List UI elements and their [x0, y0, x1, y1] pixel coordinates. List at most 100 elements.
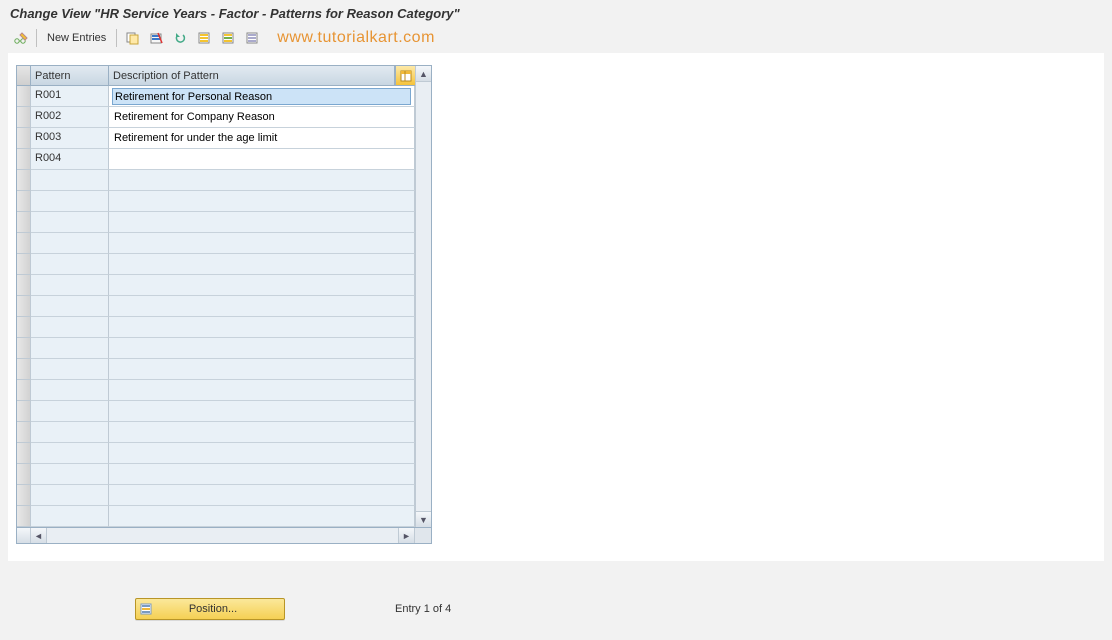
description-cell[interactable]: [109, 275, 415, 296]
copy-as-button[interactable]: [121, 28, 143, 48]
description-input[interactable]: [112, 88, 411, 105]
column-header-description[interactable]: Description of Pattern: [109, 66, 395, 85]
row-selector[interactable]: [17, 107, 31, 128]
description-cell[interactable]: [109, 149, 415, 170]
row-selector[interactable]: [17, 422, 31, 443]
description-input[interactable]: [112, 466, 411, 482]
row-selector[interactable]: [17, 485, 31, 506]
pattern-cell[interactable]: [31, 443, 109, 464]
description-input[interactable]: [112, 403, 411, 419]
description-cell[interactable]: [109, 401, 415, 422]
row-selector[interactable]: [17, 254, 31, 275]
description-input[interactable]: [112, 151, 411, 167]
pattern-cell[interactable]: [31, 275, 109, 296]
description-cell[interactable]: [109, 86, 415, 107]
row-selector[interactable]: [17, 338, 31, 359]
pattern-cell[interactable]: [31, 191, 109, 212]
row-selector[interactable]: [17, 233, 31, 254]
description-input[interactable]: [112, 130, 411, 146]
column-header-pattern[interactable]: Pattern: [31, 66, 109, 85]
row-selector[interactable]: [17, 149, 31, 170]
row-selector[interactable]: [17, 380, 31, 401]
undo-change-button[interactable]: [169, 28, 191, 48]
description-input[interactable]: [112, 109, 411, 125]
select-all-button[interactable]: [193, 28, 215, 48]
scroll-left-button[interactable]: ◄: [31, 528, 47, 543]
pattern-cell[interactable]: [31, 401, 109, 422]
delete-button[interactable]: [145, 28, 167, 48]
row-selector[interactable]: [17, 464, 31, 485]
description-input[interactable]: [112, 445, 411, 461]
position-button[interactable]: Position...: [135, 598, 285, 620]
pattern-cell[interactable]: [31, 338, 109, 359]
pattern-cell[interactable]: [31, 464, 109, 485]
description-cell[interactable]: [109, 485, 415, 506]
description-cell[interactable]: [109, 506, 415, 527]
description-cell[interactable]: [109, 170, 415, 191]
pattern-cell[interactable]: [31, 317, 109, 338]
vertical-scrollbar[interactable]: ▲ ▼: [415, 66, 431, 527]
description-input[interactable]: [112, 361, 411, 377]
horizontal-scrollbar[interactable]: ◄ ►: [16, 528, 432, 544]
pattern-cell[interactable]: [31, 170, 109, 191]
description-cell[interactable]: [109, 233, 415, 254]
pattern-cell[interactable]: [31, 212, 109, 233]
deselect-all-button[interactable]: [241, 28, 263, 48]
toggle-display-change-button[interactable]: [10, 28, 32, 48]
description-input[interactable]: [112, 235, 411, 251]
row-selector[interactable]: [17, 506, 31, 527]
row-selector[interactable]: [17, 443, 31, 464]
scroll-up-button[interactable]: ▲: [416, 66, 431, 82]
description-cell[interactable]: [109, 128, 415, 149]
description-cell[interactable]: [109, 422, 415, 443]
description-cell[interactable]: [109, 296, 415, 317]
pattern-cell[interactable]: [31, 380, 109, 401]
description-cell[interactable]: [109, 254, 415, 275]
description-input[interactable]: [112, 277, 411, 293]
pattern-cell[interactable]: [31, 422, 109, 443]
description-cell[interactable]: [109, 107, 415, 128]
pattern-cell[interactable]: R003: [31, 128, 109, 149]
description-cell[interactable]: [109, 380, 415, 401]
row-selector[interactable]: [17, 212, 31, 233]
row-selector[interactable]: [17, 191, 31, 212]
description-input[interactable]: [112, 382, 411, 398]
row-selector[interactable]: [17, 296, 31, 317]
description-cell[interactable]: [109, 464, 415, 485]
row-selector[interactable]: [17, 170, 31, 191]
description-input[interactable]: [112, 193, 411, 209]
description-input[interactable]: [112, 256, 411, 272]
description-input[interactable]: [112, 340, 411, 356]
description-cell[interactable]: [109, 191, 415, 212]
select-block-button[interactable]: [217, 28, 239, 48]
description-input[interactable]: [112, 424, 411, 440]
row-selector[interactable]: [17, 86, 31, 107]
table-settings-button[interactable]: [395, 66, 415, 85]
row-selector[interactable]: [17, 317, 31, 338]
pattern-cell[interactable]: R001: [31, 86, 109, 107]
scroll-down-button[interactable]: ▼: [416, 511, 431, 527]
description-input[interactable]: [112, 487, 411, 503]
description-cell[interactable]: [109, 443, 415, 464]
description-input[interactable]: [112, 214, 411, 230]
pattern-cell[interactable]: [31, 233, 109, 254]
description-input[interactable]: [112, 508, 411, 524]
hscroll-track[interactable]: [47, 528, 399, 543]
row-selector[interactable]: [17, 128, 31, 149]
pattern-cell[interactable]: [31, 359, 109, 380]
pattern-cell[interactable]: [31, 485, 109, 506]
description-cell[interactable]: [109, 359, 415, 380]
pattern-cell[interactable]: [31, 254, 109, 275]
new-entries-button[interactable]: New Entries: [41, 30, 112, 46]
pattern-cell[interactable]: [31, 506, 109, 527]
description-cell[interactable]: [109, 338, 415, 359]
row-selector[interactable]: [17, 401, 31, 422]
description-cell[interactable]: [109, 212, 415, 233]
row-selector-header[interactable]: [17, 66, 31, 85]
row-selector[interactable]: [17, 275, 31, 296]
description-input[interactable]: [112, 319, 411, 335]
pattern-cell[interactable]: R004: [31, 149, 109, 170]
description-input[interactable]: [112, 172, 411, 188]
description-input[interactable]: [112, 298, 411, 314]
pattern-cell[interactable]: R002: [31, 107, 109, 128]
